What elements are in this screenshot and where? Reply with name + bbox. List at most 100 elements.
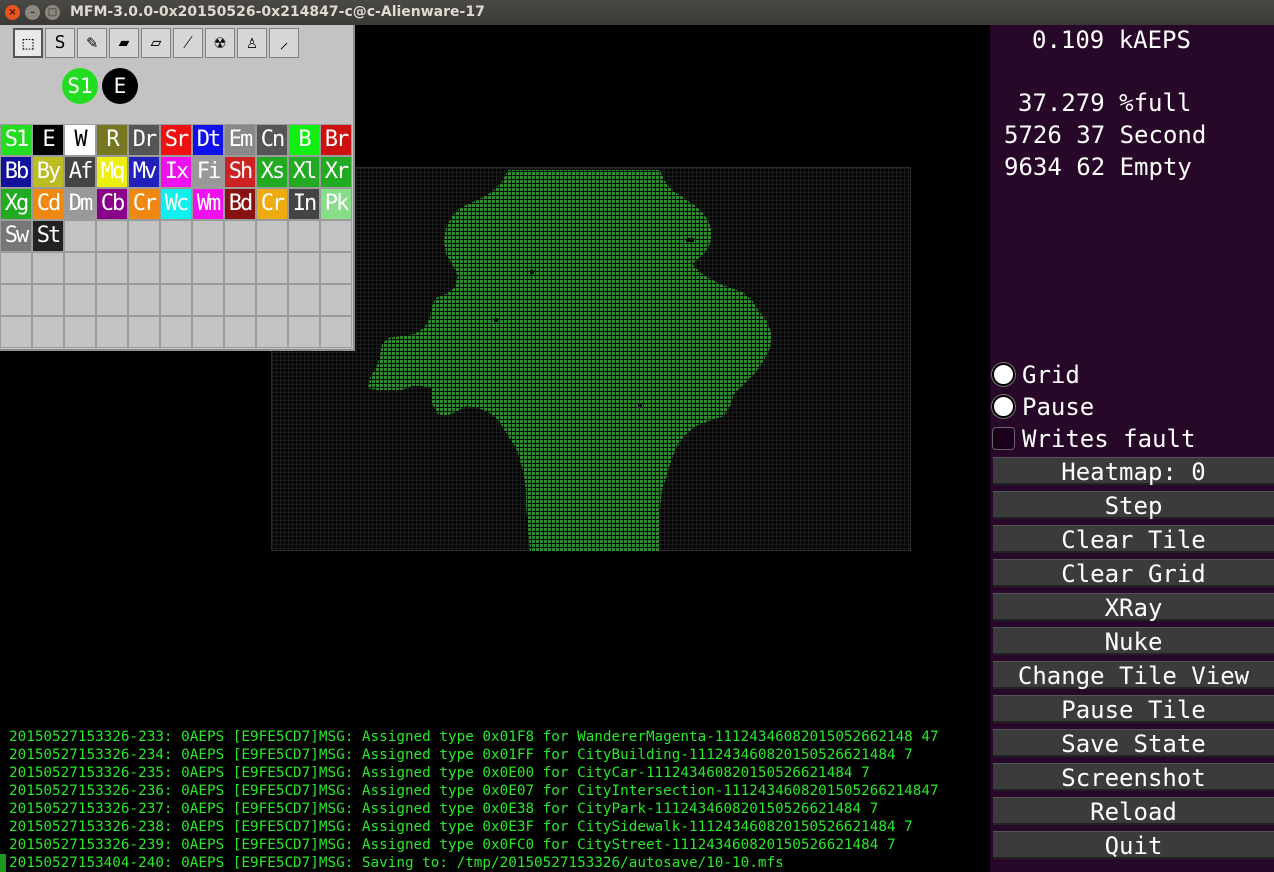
heatmap-0-button[interactable]: Heatmap: 0 [993,457,1274,486]
empty-element-cell [320,220,352,252]
element-cell[interactable]: Xl [288,156,320,188]
empty-element-cell [320,316,352,348]
save-state-button[interactable]: Save State [993,729,1274,758]
atom-selector-tool[interactable]: S [45,28,75,58]
element-cell[interactable]: In [288,188,320,220]
element-cell[interactable]: Xr [320,156,352,188]
window-title: MFM-3.0.0-0x20150526-0x214847-c@c-Alienw… [70,4,485,20]
element-cell[interactable]: Em [224,124,256,156]
element-cell[interactable]: Xg [0,188,32,220]
element-cell[interactable]: Ix [160,156,192,188]
empty-element-cell [128,220,160,252]
empty-element-cell [128,284,160,316]
empty-count-readout: 9634 62 Empty [1004,153,1192,181]
selected-secondary-element[interactable]: E [102,68,138,104]
element-cell[interactable]: Dr [128,124,160,156]
screenshot-button[interactable]: Screenshot [993,763,1274,792]
element-cell[interactable]: Cr [128,188,160,220]
element-cell[interactable]: Cd [32,188,64,220]
element-cell[interactable]: Mq [96,156,128,188]
element-cell[interactable]: Pk [320,188,352,220]
empty-element-cell [224,252,256,284]
empty-element-cell [128,316,160,348]
clone-tool[interactable]: ⸝ [269,28,299,58]
pencil-tool[interactable]: ✎ [77,28,107,58]
element-cell[interactable]: Wm [192,188,224,220]
element-cell[interactable]: R [96,124,128,156]
checked-icon[interactable] [992,395,1015,418]
bucket-tool[interactable]: ▰ [109,28,139,58]
element-cell[interactable]: Br [320,124,352,156]
eraser-tool[interactable]: ▱ [141,28,171,58]
window-titlebar: × – □ MFM-3.0.0-0x20150526-0x214847-c@c-… [0,0,1274,25]
element-cell[interactable]: Dm [64,188,96,220]
selector-tool[interactable]: ⬚ [13,28,43,58]
element-cell[interactable]: Cr [256,188,288,220]
element-cell[interactable]: E [32,124,64,156]
message-log: 20150527153326-233: 0AEPS [E9FE5CD7]MSG:… [0,714,990,872]
tool-palette: ⬚ S ✎ ▰ ▱ ⁄ ☢ ♙ ⸝ S1 E S1 E W R Dr Sr Dt Em Cn B Br Bb By Af M… [0,25,355,351]
element-cell[interactable]: Dt [192,124,224,156]
element-cell[interactable]: By [32,156,64,188]
step-button[interactable]: Step [993,491,1274,520]
select-icon: ⬚ [22,33,34,54]
pause-tile-button[interactable]: Pause Tile [993,695,1274,724]
simulation-grid[interactable] [271,167,911,552]
log-scroll-indicator[interactable] [0,854,6,872]
xray-tool[interactable]: ☢ [205,28,235,58]
checkbox-grid[interactable]: Grid [992,361,1252,389]
empty-element-cell [192,220,224,252]
airbrush-tool[interactable]: ♙ [237,28,267,58]
empty-element-cell [288,316,320,348]
nuke-button[interactable]: Nuke [993,627,1274,656]
empty-element-cell [64,316,96,348]
element-cell[interactable]: Xs [256,156,288,188]
element-cell[interactable]: Mv [128,156,160,188]
close-icon[interactable]: × [5,5,20,20]
empty-element-cell [0,284,32,316]
empty-element-cell [96,316,128,348]
empty-element-cell [96,284,128,316]
selected-primary-element[interactable]: S1 [62,68,98,104]
element-cell[interactable]: Sr [160,124,192,156]
quit-button[interactable]: Quit [993,831,1274,860]
change-tile-view-button[interactable]: Change Tile View [993,661,1274,690]
log-line: 20150527153326-236: 0AEPS [E9FE5CD7]MSG:… [9,783,939,799]
clear-grid-button[interactable]: Clear Grid [993,559,1274,588]
empty-element-cell [288,220,320,252]
bucket-icon: ▰ [118,32,130,53]
aeps-readout: 0.109 kAEPS [1032,26,1191,54]
element-cell[interactable]: Wc [160,188,192,220]
empty-element-cell [128,252,160,284]
checkbox-writes-fault[interactable]: Writes fault [992,425,1252,453]
element-cell[interactable]: Bb [0,156,32,188]
element-cell[interactable]: St [32,220,64,252]
empty-element-cell [0,252,32,284]
element-cell[interactable]: Cb [96,188,128,220]
reload-button[interactable]: Reload [993,797,1274,826]
maximize-icon[interactable]: □ [45,5,60,20]
element-cell[interactable]: W [64,124,96,156]
empty-element-cell [32,316,64,348]
element-cell[interactable]: Af [64,156,96,188]
element-cell[interactable]: B [288,124,320,156]
element-cell[interactable]: Sw [0,220,32,252]
brush-tool[interactable]: ⁄ [173,28,203,58]
brush-icon: ⁄ [186,32,190,53]
element-cell[interactable]: Cn [256,124,288,156]
minimize-icon[interactable]: – [25,5,40,20]
empty-element-cell [224,220,256,252]
empty-element-cell [224,284,256,316]
xray-button[interactable]: XRay [993,593,1274,622]
empty-element-cell [64,220,96,252]
element-cell[interactable]: Fi [192,156,224,188]
empty-element-cell [320,252,352,284]
eraser-icon: ▱ [150,32,162,53]
element-cell[interactable]: Bd [224,188,256,220]
element-cell[interactable]: Sh [224,156,256,188]
unchecked-icon[interactable] [992,427,1015,450]
clear-tile-button[interactable]: Clear Tile [993,525,1274,554]
element-cell[interactable]: S1 [0,124,32,156]
checked-icon[interactable] [992,363,1015,386]
checkbox-pause[interactable]: Pause [992,393,1252,421]
